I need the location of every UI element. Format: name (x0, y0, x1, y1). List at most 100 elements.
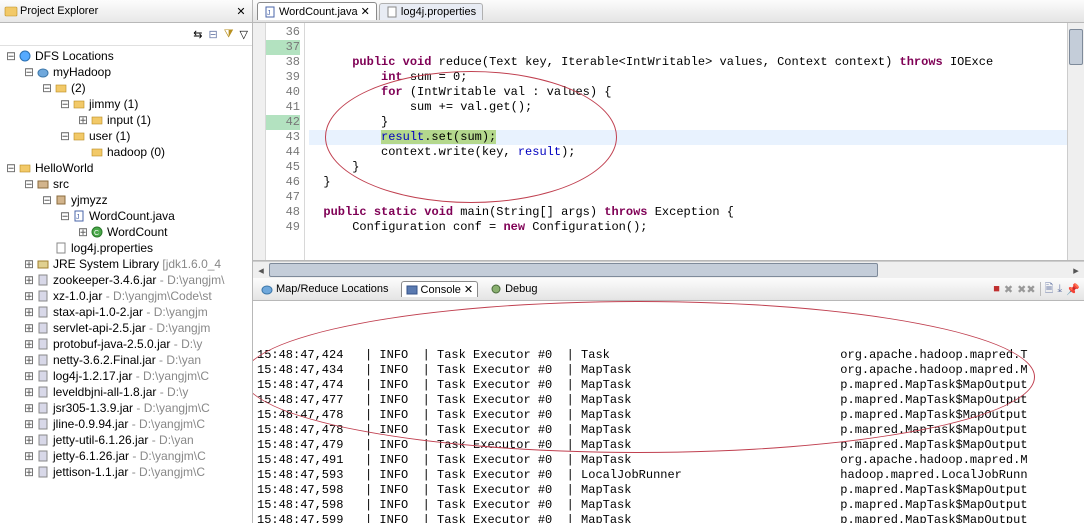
tab-log4j[interactable]: log4j.properties (379, 3, 483, 20)
console-output[interactable]: 15:48:47,424 | INFO | Task Executor #0 |… (253, 301, 1084, 523)
tree-jar[interactable]: ⊞protobuf-java-2.5.0.jar - D:\y (0, 336, 252, 352)
tree-dfs-locations[interactable]: ⊟DFS Locations (0, 48, 252, 64)
code-line: sum += val.get(); (309, 100, 532, 114)
horizontal-scrollbar[interactable]: ◂▸ (253, 261, 1084, 278)
file-icon (54, 241, 68, 255)
svg-text:C: C (94, 230, 99, 237)
remove-all-icon[interactable]: ✖✖ (1017, 283, 1035, 296)
tree-jar[interactable]: ⊞jetty-util-6.1.26.jar - D:\yan (0, 432, 252, 448)
jar-icon (36, 321, 50, 335)
code-line: int sum = 0; (309, 70, 467, 84)
tree-node-2[interactable]: ⊟(2) (0, 80, 252, 96)
tab-wordcount[interactable]: JWordCount.java✕ (257, 2, 377, 20)
console-line: 15:48:47,478 | INFO | Task Executor #0 |… (257, 408, 1080, 423)
tree-jar[interactable]: ⊞xz-1.0.jar - D:\yangjm\Code\st (0, 288, 252, 304)
console-line: 15:48:47,434 | INFO | Task Executor #0 |… (257, 363, 1080, 378)
jar-icon (36, 337, 50, 351)
tree-hadoop[interactable]: hadoop (0) (0, 144, 252, 160)
class-icon: C (90, 225, 104, 239)
view-menu-icon[interactable]: ▽ (240, 28, 248, 41)
pin-icon[interactable]: 📌 (1066, 283, 1080, 296)
code-line-current: result.set(sum); (309, 130, 1067, 145)
folder-icon (90, 113, 104, 127)
tree-input[interactable]: ⊞input (1) (0, 112, 252, 128)
code-editor[interactable]: public void reduce(Text key, Iterable<In… (305, 23, 1067, 260)
console-line: 15:48:47,491 | INFO | Task Executor #0 |… (257, 453, 1080, 468)
link-editor-icon[interactable]: ⇆ (193, 28, 202, 41)
editor-container: JWordCount.java✕ log4j.properties 36 37 … (253, 0, 1084, 523)
file-icon (386, 6, 398, 18)
jar-icon (36, 369, 50, 383)
console-toolbar: ■ ✖ ✖✖ 🗎 ⤓ 📌 (993, 280, 1080, 299)
code-line: } (309, 175, 331, 189)
explorer-header: Project Explorer ✕ (0, 0, 252, 23)
tree-jar[interactable]: ⊞jetty-6.1.26.jar - D:\yangjm\C (0, 448, 252, 464)
tree-jar[interactable]: ⊞netty-3.6.2.Final.jar - D:\yan (0, 352, 252, 368)
tree-package-yjmyzz[interactable]: ⊟yjmyzz (0, 192, 252, 208)
console-line: 15:48:47,477 | INFO | Task Executor #0 |… (257, 393, 1080, 408)
src-folder-icon (36, 177, 50, 191)
tree-jar[interactable]: ⊞log4j-1.2.17.jar - D:\yangjm\C (0, 368, 252, 384)
tree-jar[interactable]: ⊞jline-0.9.94.jar - D:\yangjm\C (0, 416, 252, 432)
dfs-icon (18, 49, 32, 63)
scroll-lock-icon[interactable]: ⤓ (1057, 283, 1062, 296)
tree-helloworld[interactable]: ⊟HelloWorld (0, 160, 252, 176)
code-line: public static void main(String[] args) t… (309, 205, 734, 219)
elephant-icon (36, 65, 50, 79)
folder-icon (72, 97, 86, 111)
tree-wordcount-java[interactable]: ⊟JWordCount.java (0, 208, 252, 224)
code-line: } (309, 160, 359, 174)
project-tree[interactable]: ⊟DFS Locations ⊟myHadoop ⊟(2) ⊟jimmy (1)… (0, 46, 252, 523)
scroll-right-icon[interactable]: ▸ (1068, 263, 1084, 277)
console-line: 15:48:47,478 | INFO | Task Executor #0 |… (257, 423, 1080, 438)
bottom-tabstrip: Map/Reduce Locations Console✕ Debug ■ ✖ … (253, 278, 1084, 301)
tree-log4j[interactable]: log4j.properties (0, 240, 252, 256)
line-gutter[interactable]: 36 37 38 39 40 41 42 43 44 45 46 47 48 4… (266, 23, 305, 260)
folder-icon (72, 129, 86, 143)
console-line: 15:48:47,474 | INFO | Task Executor #0 |… (257, 378, 1080, 393)
close-tab-icon[interactable]: ✕ (234, 4, 248, 18)
console-line: 15:48:47,598 | INFO | Task Executor #0 |… (257, 483, 1080, 498)
tree-wordcount-class[interactable]: ⊞CWordCount (0, 224, 252, 240)
close-icon[interactable]: ✕ (361, 5, 370, 18)
tree-jar[interactable]: ⊞stax-api-1.0-2.jar - D:\yangjm (0, 304, 252, 320)
tree-jre[interactable]: ⊞JRE System Library [jdk1.6.0_4 (0, 256, 252, 272)
tree-user[interactable]: ⊟user (1) (0, 128, 252, 144)
jar-icon (36, 273, 50, 287)
tree-jar[interactable]: ⊞jettison-1.1.jar - D:\yangjm\C (0, 464, 252, 480)
tree-jar[interactable]: ⊞leveldbjni-all-1.8.jar - D:\y (0, 384, 252, 400)
tree-jimmy[interactable]: ⊟jimmy (1) (0, 96, 252, 112)
annotation-ruler[interactable] (253, 23, 266, 260)
scroll-left-icon[interactable]: ◂ (253, 263, 269, 277)
svg-text:J: J (267, 10, 271, 17)
console-line: 15:48:47,599 | INFO | Task Executor #0 |… (257, 513, 1080, 523)
jar-icon (36, 353, 50, 367)
jar-icon (36, 417, 50, 431)
project-explorer-pane: Project Explorer ✕ ⇆ ⊟ ⧩ ▽ ⊟DFS Location… (0, 0, 253, 523)
filter-icon[interactable]: ⧩ (224, 28, 234, 41)
jar-icon (36, 449, 50, 463)
code-line: Configuration conf = new Configuration()… (309, 220, 647, 234)
terminate-icon[interactable]: ■ (993, 283, 1000, 295)
console-line: 15:48:47,424 | INFO | Task Executor #0 |… (257, 348, 1080, 363)
tree-src[interactable]: ⊟src (0, 176, 252, 192)
jar-icon (36, 465, 50, 479)
vertical-scrollbar[interactable] (1067, 23, 1084, 260)
tree-jar[interactable]: ⊞servlet-api-2.5.jar - D:\yangjm (0, 320, 252, 336)
mapreduce-icon (261, 283, 273, 295)
bug-icon (490, 283, 502, 295)
remove-icon[interactable]: ✖ (1004, 283, 1013, 296)
tab-debug[interactable]: Debug (486, 282, 541, 296)
console-line: 15:48:47,593 | INFO | Task Executor #0 |… (257, 468, 1080, 483)
close-icon[interactable]: ✕ (464, 283, 473, 296)
explorer-toolbar: ⇆ ⊟ ⧩ ▽ (0, 23, 252, 46)
editor-area: 36 37 38 39 40 41 42 43 44 45 46 47 48 4… (253, 23, 1084, 261)
tab-console[interactable]: Console✕ (401, 281, 479, 297)
tab-mapreduce[interactable]: Map/Reduce Locations (257, 282, 393, 296)
collapse-all-icon[interactable]: ⊟ (209, 28, 218, 41)
tree-jar[interactable]: ⊞jsr305-1.3.9.jar - D:\yangjm\C (0, 400, 252, 416)
code-line: } (309, 115, 388, 129)
tree-jar[interactable]: ⊞zookeeper-3.4.6.jar - D:\yangjm\ (0, 272, 252, 288)
tree-myhadoop[interactable]: ⊟myHadoop (0, 64, 252, 80)
clear-icon[interactable]: 🗎 (1045, 280, 1054, 299)
